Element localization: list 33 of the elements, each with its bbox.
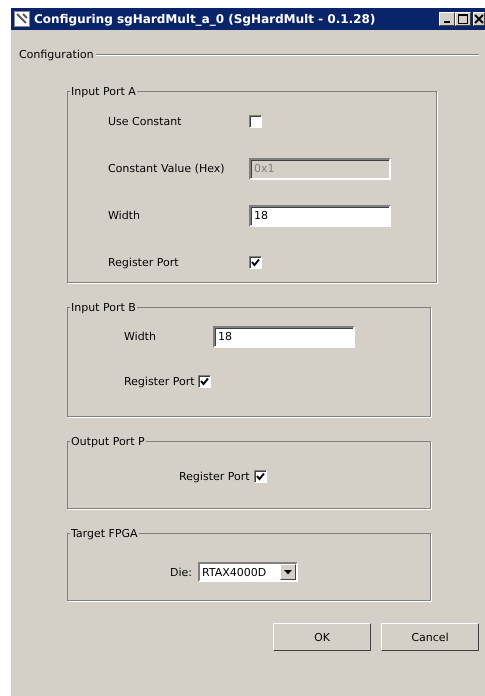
close-icon — [474, 14, 484, 24]
group-title: Target FPGA — [70, 527, 139, 540]
dialog-button[interactable]: OK — [273, 623, 371, 651]
field-label: Constant Value (Hex) — [108, 162, 226, 175]
group-title: Input Port A — [70, 85, 137, 98]
check-icon — [256, 472, 265, 481]
checkbox[interactable] — [249, 115, 262, 128]
window-title: Configuring sgHardMult_a_0 (SgHardMult - 0.1.28) — [34, 12, 376, 26]
close-button[interactable] — [473, 12, 485, 26]
group-title: Output Port P — [70, 435, 146, 448]
field-label: Width — [108, 209, 141, 222]
text-field[interactable]: 18 — [213, 326, 355, 348]
field-label: Width — [124, 330, 157, 343]
minimize-button[interactable] — [439, 12, 455, 26]
checkbox[interactable] — [254, 470, 267, 483]
dialog-button[interactable]: Cancel — [381, 623, 479, 651]
group-title: Input Port B — [70, 301, 137, 314]
maximize-icon — [458, 14, 468, 24]
checkbox[interactable] — [198, 375, 211, 388]
field-label: Register Port — [179, 470, 250, 483]
field-label: Register Port — [124, 375, 195, 388]
dropdown[interactable]: RTAX4000D — [198, 562, 298, 582]
check-icon — [251, 258, 260, 267]
field-label: Die: — [170, 566, 192, 578]
caret-icon — [284, 570, 292, 574]
field-label: Use Constant — [108, 115, 182, 128]
checkbox[interactable] — [249, 256, 262, 269]
field-label: Register Port — [108, 256, 180, 269]
minimize-icon — [444, 21, 450, 23]
check-icon — [200, 377, 209, 386]
section-title: Configuration — [19, 48, 94, 61]
text-field[interactable]: 18 — [249, 204, 391, 226]
maximize-button[interactable] — [455, 12, 471, 26]
